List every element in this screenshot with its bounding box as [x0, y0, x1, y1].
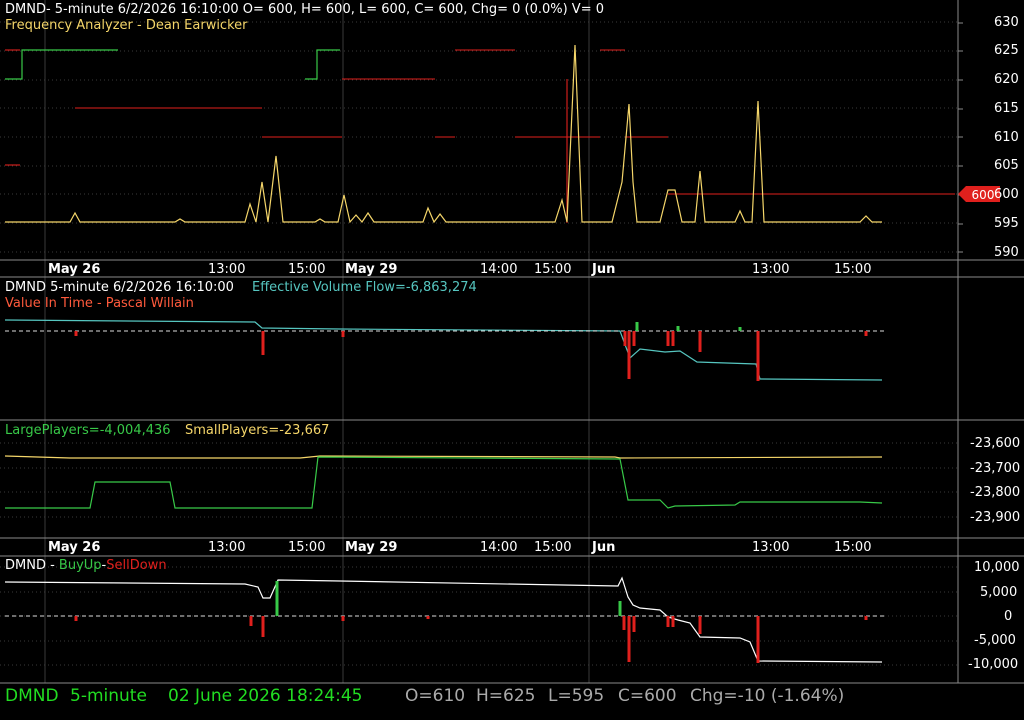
panel-frames [0, 0, 1024, 684]
panel2-study-label: Value In Time - Pascal Willain [5, 296, 194, 311]
p2-red-bar-10 [864, 331, 868, 336]
p4-red-bar-9 [671, 616, 675, 627]
p1-green-step-b [305, 49, 340, 80]
panel2-volume-flow: Effective Volume Flow=-6,863,274 [252, 280, 477, 295]
panel4-selldown: SellDown [106, 558, 167, 573]
time2-label-1300-b: 13:00 [752, 540, 790, 555]
time-label-may29: May 29 [345, 262, 398, 277]
p2-green-bar-1 [676, 326, 680, 331]
p4-white-buyup-selldown [4, 576, 883, 663]
time-label-1500-b: 15:00 [534, 262, 572, 277]
p2-red-bar-5 [632, 331, 636, 346]
p4-red-bar-4 [426, 616, 430, 619]
status-high: H=625 [476, 686, 536, 706]
p1-green-step-a [5, 49, 118, 80]
p4-red-bar-6 [627, 616, 631, 662]
p2-red-bar-9 [756, 331, 760, 381]
time-label-1300-a: 13:00 [208, 262, 246, 277]
p2-red-bar-2 [341, 331, 345, 337]
panel4-buyup: BuyUp [58, 558, 102, 573]
p4-axis-minus10000: -10,000 [968, 657, 1019, 672]
time-label-1400: 14:00 [480, 262, 518, 277]
time2-label-1500-c: 15:00 [834, 540, 872, 555]
p2-cyan-flow [4, 319, 883, 381]
p1-axis-620: 620 [994, 72, 1019, 87]
p4-red-bar-12 [864, 616, 868, 620]
p3-axis-23700: -23,700 [970, 461, 1021, 476]
time2-label-1500-b: 15:00 [534, 540, 572, 555]
p1-axis-605: 605 [994, 158, 1019, 173]
p4-green-bar-0 [275, 581, 279, 616]
status-interval: 5-minute [70, 686, 147, 706]
time2-label-may26: May 26 [48, 540, 101, 555]
p1-axis-625: 625 [994, 43, 1019, 58]
time2-label-1500-a: 15:00 [288, 540, 326, 555]
panel2-header: DMND 5-minute 6/2/2026 16:10:00 [5, 280, 234, 295]
p4-green-bar-1 [618, 601, 622, 616]
p1-axis-590: 590 [994, 245, 1019, 260]
p4-red-bar-2 [261, 616, 265, 637]
p4-red-bar-5 [622, 616, 626, 630]
panel3-small-players: SmallPlayers=-23,667 [185, 423, 330, 438]
time-label-1500-a: 15:00 [288, 262, 326, 277]
panel4-symbol: DMND - [5, 558, 59, 573]
p1-axis-615: 615 [994, 101, 1019, 116]
status-low: L=595 [548, 686, 605, 706]
buyup-selldown-lines [4, 576, 885, 663]
panel4-header: DMND - BuyUp-SellDown [5, 558, 167, 573]
p1-axis-595: 595 [994, 216, 1019, 231]
p2-red-bar-3 [623, 331, 627, 346]
status-close: C=600 [618, 686, 677, 706]
p4-red-bar-7 [632, 616, 636, 632]
p1-axis-630: 630 [994, 15, 1019, 30]
p4-axis-0: 0 [1004, 609, 1013, 624]
p2-red-bar-4 [627, 331, 631, 379]
time2-label-1400: 14:00 [480, 540, 518, 555]
frequency-analyzer-lines [5, 44, 955, 224]
time2-label-jun: Jun [592, 540, 616, 555]
p4-axis-10000: 10,000 [974, 560, 1020, 575]
p2-green-bar-2 [738, 327, 742, 331]
p2-red-bar-1 [261, 331, 265, 355]
p3-axis-23800: -23,800 [970, 485, 1021, 500]
time-label-may26: May 26 [48, 262, 101, 277]
p2-red-bar-8 [698, 331, 702, 352]
chart-canvas[interactable]: 600 [0, 0, 1024, 720]
status-open: O=610 [405, 686, 466, 706]
p4-axis-minus5000: -5,000 [974, 633, 1016, 648]
volume-flow-lines [4, 319, 885, 381]
panel1-study-label: Frequency Analyzer - Dean Earwicker [5, 18, 248, 33]
p4-red-bar-0 [74, 616, 78, 621]
time2-label-may29: May 29 [345, 540, 398, 555]
time-label-jun: Jun [592, 262, 616, 277]
p1-axis-600: 600 [994, 187, 1019, 202]
p2-red-bar-0 [74, 331, 78, 336]
p4-red-bar-11 [756, 616, 760, 663]
p3-axis-23900: -23,900 [970, 510, 1021, 525]
status-symbol: DMND [5, 686, 59, 706]
panel1-header: DMND- 5-minute 6/2/2026 16:10:00 O= 600,… [5, 2, 604, 17]
time-label-1500-c: 15:00 [834, 262, 872, 277]
p3-axis-23600: -23,600 [970, 436, 1021, 451]
p4-red-bar-8 [666, 616, 670, 627]
players-lines [4, 455, 883, 509]
p2-green-bar-0 [635, 322, 639, 331]
status-datetime: 02 June 2026 18:24:45 [168, 686, 363, 706]
p2-red-bar-7 [671, 331, 675, 346]
p4-axis-5000: 5,000 [980, 585, 1018, 600]
status-change: Chg=-10 (-1.64%) [690, 686, 845, 706]
p4-red-bar-10 [698, 616, 702, 634]
p3-green-large-players [5, 456, 883, 509]
p1-axis-610: 610 [994, 130, 1019, 145]
p4-red-bar-1 [249, 616, 253, 626]
p2-red-bar-6 [666, 331, 670, 346]
p4-red-bar-3 [341, 616, 345, 621]
time-label-1300-b: 13:00 [752, 262, 790, 277]
p1-yellow-signal [5, 44, 882, 224]
grid-lines [0, 0, 958, 683]
panel3-large-players: LargePlayers=-4,004,436 [5, 423, 171, 438]
price-tag-label: 600 [972, 188, 995, 202]
time2-label-1300-a: 13:00 [208, 540, 246, 555]
